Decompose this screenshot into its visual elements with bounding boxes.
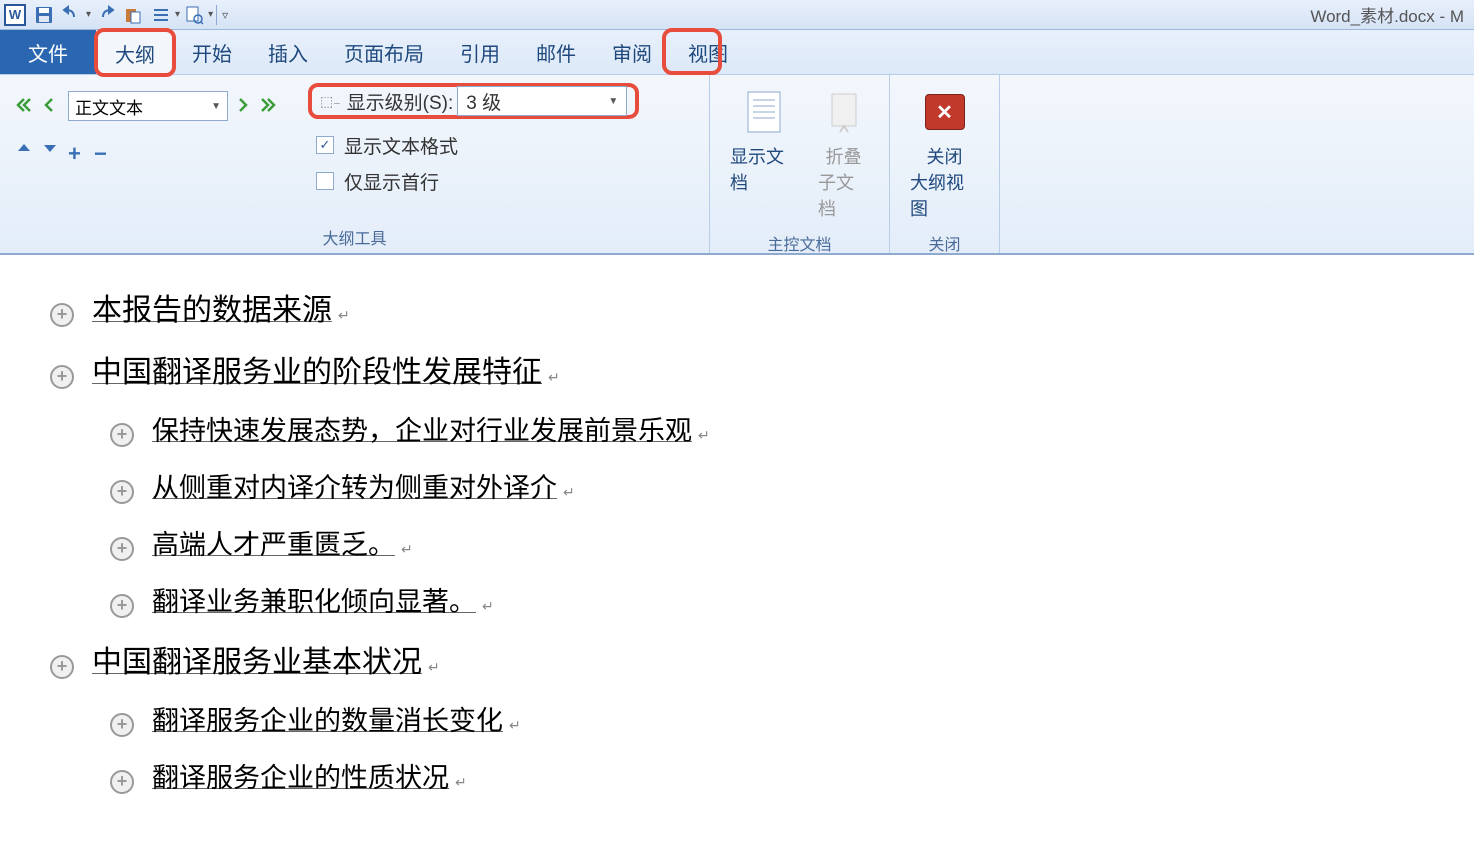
quick-access-toolbar: W ▾ ▾ ▾ ▿ Word_素材.docx - M: [0, 0, 1474, 30]
collapse-icon[interactable]: −: [94, 141, 114, 159]
group-label-outline-tools: 大纲工具: [10, 221, 699, 249]
outline-text[interactable]: 高端人才严重匮乏。: [152, 523, 395, 562]
outline-text[interactable]: 翻译服务企业的数量消长变化: [152, 699, 503, 738]
promote-to-heading1-icon[interactable]: [16, 97, 36, 115]
promote-icon[interactable]: [42, 97, 62, 115]
tab-review[interactable]: 审阅: [594, 30, 670, 74]
group-label-master-doc: 主控文档: [720, 227, 879, 255]
outline-text[interactable]: 翻译服务企业的性质状况: [152, 756, 449, 795]
outline-expand-icon[interactable]: +: [50, 655, 74, 679]
collapse-subdoc-button: 折叠 子文档: [808, 81, 879, 227]
outline-text[interactable]: 保持快速发展态势，企业对行业发展前景乐观: [152, 409, 692, 448]
outline-text[interactable]: 本报告的数据来源: [92, 285, 332, 329]
group-master-document: 显示文档 折叠 子文档 主控文档: [710, 75, 890, 253]
outline-level-combo[interactable]: 正文文本 ▼: [68, 91, 228, 121]
paragraph-mark: ↵: [548, 369, 560, 386]
show-formatting-label: 显示文本格式: [344, 132, 458, 159]
outline-expand-icon[interactable]: +: [50, 365, 74, 389]
show-level-control: ⬚₋ 显示级别(S): 3 级 ▼: [308, 83, 639, 119]
document-area[interactable]: + 本报告的数据来源 ↵ + 中国翻译服务业的阶段性发展特征 ↵ + 保持快速发展态…: [0, 255, 1474, 843]
show-document-label: 显示文档: [730, 143, 798, 195]
tab-home[interactable]: 开始: [174, 30, 250, 74]
save-icon[interactable]: [32, 3, 56, 27]
undo-icon[interactable]: [60, 3, 84, 27]
paste-icon[interactable]: [121, 3, 145, 27]
first-line-checkbox[interactable]: 仅显示首行: [316, 163, 639, 199]
collapse-subdoc-icon: [819, 87, 869, 137]
paragraph-mark: ↵: [338, 307, 350, 324]
collapse-subdoc-label2: 子文档: [818, 169, 869, 221]
outline-item[interactable]: + 保持快速发展态势，企业对行业发展前景乐观 ↵: [20, 409, 1454, 448]
tab-view[interactable]: 视图: [670, 30, 746, 74]
print-preview-icon[interactable]: [182, 3, 206, 27]
word-app-icon[interactable]: W: [4, 4, 26, 26]
spacing-icon[interactable]: [149, 3, 173, 27]
demote-icon[interactable]: [234, 97, 254, 115]
outline-item[interactable]: + 中国翻译服务业基本状况 ↵: [20, 637, 1454, 681]
outline-text[interactable]: 中国翻译服务业基本状况: [92, 637, 422, 681]
outline-expand-icon[interactable]: +: [50, 303, 74, 327]
tab-layout[interactable]: 页面布局: [326, 30, 442, 74]
qat-separator: [216, 5, 217, 25]
group-label-close: 关闭: [900, 227, 989, 255]
outline-text[interactable]: 翻译业务兼职化倾向显著。: [152, 580, 476, 619]
first-line-label: 仅显示首行: [344, 168, 439, 195]
tab-outline[interactable]: 大纲: [96, 30, 174, 75]
paragraph-mark: ↵: [401, 541, 413, 558]
expand-icon[interactable]: +: [68, 141, 88, 159]
collapse-subdoc-label1: 折叠: [826, 143, 862, 169]
close-outline-button[interactable]: ✕ 关闭 大纲视图: [900, 81, 989, 227]
ribbon-tabs: 文件 大纲 开始 插入 页面布局 引用 邮件 审阅 视图: [0, 30, 1474, 75]
window-title: Word_素材.docx - M: [1310, 2, 1464, 27]
paragraph-mark: ↵: [455, 774, 467, 791]
tab-insert[interactable]: 插入: [250, 30, 326, 74]
move-down-icon[interactable]: [42, 141, 62, 159]
outline-expand-icon[interactable]: +: [110, 537, 134, 561]
outline-expand-icon[interactable]: +: [110, 480, 134, 504]
outline-expand-icon[interactable]: +: [110, 594, 134, 618]
tab-references[interactable]: 引用: [442, 30, 518, 74]
paragraph-mark: ↵: [509, 717, 521, 734]
move-up-icon[interactable]: [16, 141, 36, 159]
tab-mailings[interactable]: 邮件: [518, 30, 594, 74]
show-level-combo[interactable]: 3 级 ▼: [457, 86, 627, 116]
paragraph-mark: ↵: [482, 598, 494, 615]
demote-to-body-icon[interactable]: [260, 97, 280, 115]
paragraph-mark: ↵: [428, 659, 440, 676]
show-document-button[interactable]: 显示文档: [720, 81, 808, 201]
paragraph-mark: ↵: [563, 484, 575, 501]
close-label1: 关闭: [927, 143, 963, 169]
outline-item[interactable]: + 翻译服务企业的数量消长变化 ↵: [20, 699, 1454, 738]
outline-expand-icon[interactable]: +: [110, 713, 134, 737]
show-level-value: 3 级: [466, 88, 501, 115]
outline-text[interactable]: 从侧重对内译介转为侧重对外译介: [152, 466, 557, 505]
outline-item[interactable]: + 高端人才严重匮乏。 ↵: [20, 523, 1454, 562]
close-label2: 大纲视图: [910, 169, 979, 221]
redo-icon[interactable]: [93, 3, 117, 27]
outline-expand-icon[interactable]: +: [110, 770, 134, 794]
checkbox-checked-icon: ✓: [316, 136, 334, 154]
ribbon: 正文文本 ▼ + − ⬚₋ 显示级别(S):: [0, 75, 1474, 255]
show-level-icon: ⬚₋: [320, 93, 341, 110]
outline-item[interactable]: + 中国翻译服务业的阶段性发展特征 ↵: [20, 347, 1454, 391]
show-document-icon: [739, 87, 789, 137]
outline-text[interactable]: 中国翻译服务业的阶段性发展特征: [92, 347, 542, 391]
show-level-label: 显示级别(S):: [347, 88, 454, 115]
outline-item[interactable]: + 翻译业务兼职化倾向显著。 ↵: [20, 580, 1454, 619]
show-formatting-checkbox[interactable]: ✓ 显示文本格式: [316, 127, 639, 163]
outline-expand-icon[interactable]: +: [110, 423, 134, 447]
close-icon: ✕: [920, 87, 970, 137]
paragraph-mark: ↵: [698, 427, 710, 444]
tab-file[interactable]: 文件: [0, 30, 96, 74]
chevron-down-icon: ▼: [211, 101, 221, 112]
group-outline-tools: 正文文本 ▼ + − ⬚₋ 显示级别(S):: [0, 75, 710, 253]
outline-item[interactable]: + 本报告的数据来源 ↵: [20, 285, 1454, 329]
chevron-down-icon: ▼: [608, 96, 618, 107]
checkbox-unchecked-icon: [316, 172, 334, 190]
group-close: ✕ 关闭 大纲视图 关闭: [890, 75, 1000, 253]
outline-level-value: 正文文本: [75, 94, 143, 119]
outline-item[interactable]: + 翻译服务企业的性质状况 ↵: [20, 756, 1454, 795]
outline-item[interactable]: + 从侧重对内译介转为侧重对外译介 ↵: [20, 466, 1454, 505]
